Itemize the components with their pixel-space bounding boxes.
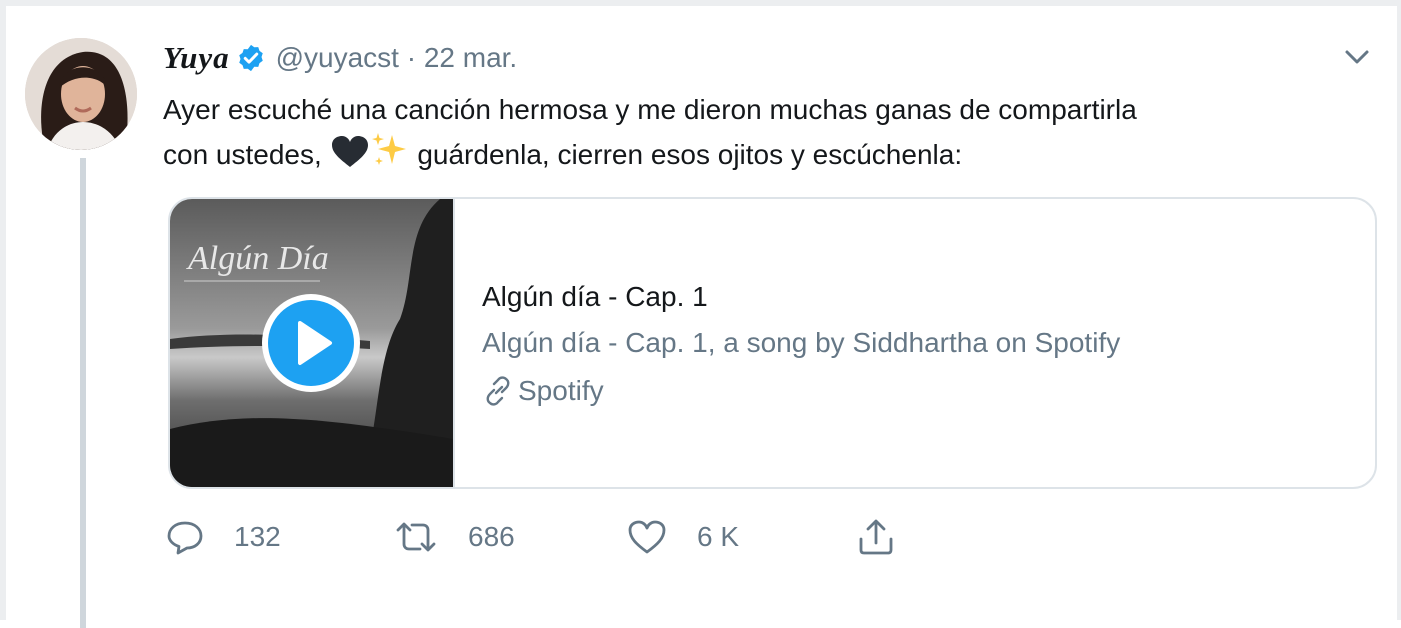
more-options-chevron-down-icon[interactable]	[1340, 44, 1374, 70]
play-button[interactable]	[260, 292, 362, 394]
share-button[interactable]	[856, 517, 926, 557]
card-description: Algún día - Cap. 1, a song by Siddhartha…	[482, 327, 1121, 358]
author-name[interactable]: Yuya	[163, 40, 230, 76]
tweet-text-after-emoji: guárdenla, cierren esos ojitos y escúche…	[409, 139, 963, 170]
like-button[interactable]: 6 K	[627, 519, 856, 555]
tweet-header: Yuya @yuyacst · 22 mar.	[163, 38, 517, 78]
reply-count: 132	[234, 521, 281, 552]
album-cover-title: Algún Día	[186, 240, 329, 277]
handle-and-date[interactable]: @yuyacst · 22 mar.	[276, 42, 518, 74]
album-cover-image[interactable]: Algún Día	[170, 199, 455, 487]
retweet-count: 686	[468, 521, 515, 552]
verified-badge-icon	[236, 43, 266, 73]
tweet-text-before-emoji: con ustedes,	[163, 139, 330, 170]
black-heart-icon	[330, 135, 370, 181]
share-icon	[859, 519, 893, 555]
card-domain-label: Spotify	[518, 375, 604, 406]
card-domain: Spotify	[482, 367, 1352, 415]
sparkles-icon	[370, 131, 410, 181]
tweet: Yuya @yuyacst · 22 mar. Ayer escuché una…	[0, 0, 1401, 628]
reply-button[interactable]: 132	[166, 519, 394, 555]
spotify-link-card[interactable]: Algún Día Algún día - Cap. 1 Algún día -…	[168, 197, 1377, 489]
retweet-button[interactable]: 686	[394, 520, 627, 554]
tweet-text-line-1: Ayer escuché una canción hermosa y me di…	[163, 94, 1137, 125]
avatar[interactable]	[25, 38, 137, 150]
frame-border-top	[0, 0, 1401, 6]
action-bar: 132 686 6 K	[166, 512, 926, 562]
frame-border-right	[1397, 0, 1401, 620]
heart-icon	[628, 520, 666, 554]
tweet-text: Ayer escuché una canción hermosa y me di…	[163, 88, 1383, 181]
thread-line	[80, 158, 86, 628]
card-title: Algún día - Cap. 1	[482, 281, 708, 312]
card-info: Algún día - Cap. 1 Algún día - Cap. 1, a…	[482, 275, 1352, 415]
retweet-icon	[396, 522, 436, 552]
link-icon	[486, 376, 510, 406]
tweet-text-line-2: con ustedes, guárdenla, cierren esos oji…	[163, 131, 1383, 181]
frame-border-left	[0, 0, 6, 620]
like-count: 6 K	[697, 521, 740, 552]
reply-icon	[167, 521, 203, 555]
